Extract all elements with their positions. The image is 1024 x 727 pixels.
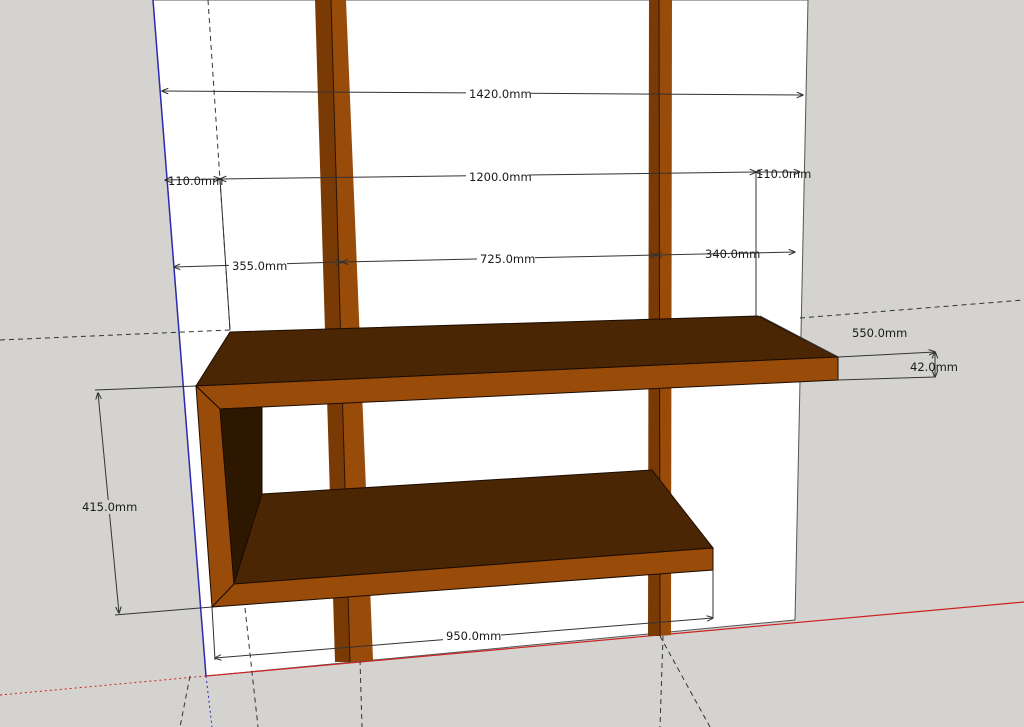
dim-left-margin[interactable]: 110.0mm bbox=[168, 174, 223, 188]
dim-shelf-depth[interactable]: 550.0mm bbox=[852, 326, 907, 340]
dim-overall-width[interactable]: 1420.0mm bbox=[469, 87, 532, 101]
dim-left-offset[interactable]: 355.0mm bbox=[232, 259, 287, 273]
dim-right-offset[interactable]: 340.0mm bbox=[705, 247, 760, 261]
dim-right-margin[interactable]: 110.0mm bbox=[756, 167, 811, 181]
dim-lower-shelf-width[interactable]: 950.0mm bbox=[446, 629, 501, 643]
model-viewport[interactable]: 1420.0mm 110.0mm 1200.0mm 110.0mm 355.0m… bbox=[0, 0, 1024, 727]
dim-shelf-gap[interactable]: 415.0mm bbox=[82, 500, 137, 514]
dim-upright-spacing[interactable]: 725.0mm bbox=[480, 252, 535, 266]
dim-inner-width[interactable]: 1200.0mm bbox=[469, 170, 532, 184]
dim-shelf-thickness[interactable]: 42.0mm bbox=[910, 360, 958, 374]
